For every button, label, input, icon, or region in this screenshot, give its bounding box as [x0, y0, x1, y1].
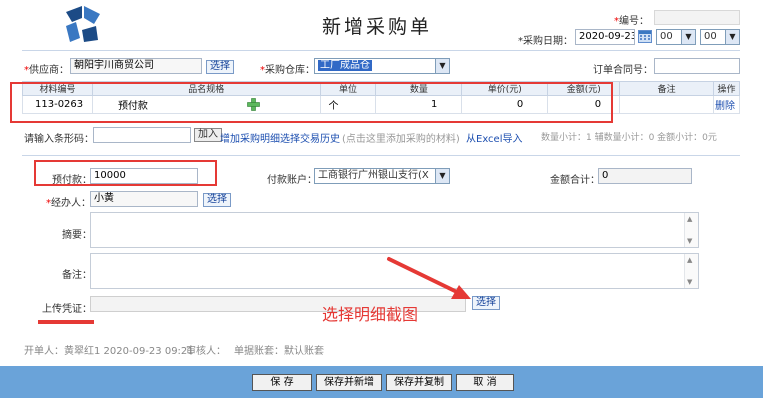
excel-import-link[interactable]: 从Excel导入 — [466, 130, 523, 145]
warehouse-label: *采购仓库： — [260, 65, 315, 76]
summary-subtotal: 数量小计：1 辅数量小计：0 金额小计：0元 — [541, 133, 717, 143]
minute-select[interactable]: 00 ▼ — [700, 29, 740, 45]
page-title: 新增采购单 — [322, 16, 433, 38]
scroll-down-icon[interactable]: ▼ — [687, 237, 692, 245]
supplier-label: *供应商： — [24, 65, 69, 76]
col-remark: 备注 — [619, 81, 714, 96]
cancel-button[interactable]: 取 消 — [456, 374, 514, 391]
supplier-select-button[interactable]: 选择 — [206, 60, 234, 74]
number-field[interactable] — [654, 10, 740, 25]
add-hint: (点击这里添加采购的材料) — [342, 134, 460, 145]
summary-label: 摘要： — [62, 230, 92, 241]
account-set-info: 单据账套：默认账套 — [234, 346, 324, 357]
contract-label: 订单合同号： — [593, 65, 653, 76]
handler-label-text: 经办人： — [51, 198, 91, 209]
chevron-down-icon: ▼ — [435, 59, 449, 73]
col-action: 操作 — [712, 81, 741, 96]
history-link[interactable]: 选择交易历史 — [280, 130, 340, 145]
prepay-highlight — [34, 160, 217, 186]
table-highlight — [10, 82, 613, 123]
total-label: 金额合计： — [550, 175, 600, 186]
save-button[interactable]: 保 存 — [252, 374, 312, 391]
save-and-new-button[interactable]: 保存并新增 — [316, 374, 382, 391]
supplier-field[interactable]: 朝阳宇川商贸公司 — [70, 58, 202, 74]
number-label: *编号： — [614, 16, 649, 27]
calendar-icon[interactable] — [638, 30, 652, 43]
reviewer-info: 审核人： — [186, 346, 226, 357]
account-value: 工商银行广州银山支行(X — [318, 170, 429, 181]
warehouse-select[interactable]: 工厂成品仓 ▼ — [314, 58, 450, 74]
cell-remark[interactable] — [619, 95, 714, 114]
warehouse-value: 工厂成品仓 — [318, 60, 372, 71]
scroll-down-icon[interactable]: ▼ — [687, 278, 692, 286]
header-divider — [22, 50, 740, 51]
handler-field[interactable]: 小黄 — [90, 191, 198, 207]
contract-field[interactable] — [654, 58, 740, 74]
add-barcode-button[interactable]: 加入 — [194, 128, 222, 142]
summary-textarea[interactable]: ▲ ▼ — [90, 212, 699, 248]
remark-label: 备注： — [62, 270, 92, 281]
date-field[interactable]: 2020-09-23 — [575, 29, 635, 45]
barcode-label: 请输入条形码： — [24, 134, 94, 145]
number-label-text: 编号： — [619, 16, 649, 27]
warehouse-label-text: 采购仓库： — [265, 65, 315, 76]
annotation-text: 选择明细截图 — [322, 305, 419, 324]
section-divider — [22, 155, 740, 156]
supplier-label-text: 供应商： — [29, 65, 69, 76]
barcode-input[interactable] — [93, 127, 191, 143]
company-logo — [60, 4, 104, 44]
total-field: 0 — [598, 168, 692, 184]
handler-select-button[interactable]: 选择 — [203, 193, 231, 207]
upload-select-button[interactable]: 选择 — [472, 296, 500, 310]
annotation-arrow — [387, 257, 471, 299]
handler-label: *经办人： — [46, 198, 91, 209]
scrollbar[interactable]: ▲ ▼ — [684, 213, 698, 247]
account-label: 付款账户： — [267, 175, 317, 186]
save-and-copy-button[interactable]: 保存并复制 — [386, 374, 452, 391]
hour-value: 00 — [660, 31, 673, 42]
chevron-down-icon: ▼ — [435, 169, 449, 183]
chevron-down-icon: ▼ — [681, 30, 695, 44]
creator-info: 开单人：黄翠红1 2020-09-23 09:21 — [24, 346, 194, 357]
scroll-up-icon[interactable]: ▲ — [687, 256, 692, 264]
account-select[interactable]: 工商银行广州银山支行(X ▼ — [314, 168, 450, 184]
upload-underline — [38, 320, 94, 324]
scroll-up-icon[interactable]: ▲ — [687, 215, 692, 223]
minute-value: 00 — [704, 31, 717, 42]
chevron-down-icon: ▼ — [725, 30, 739, 44]
delete-link[interactable]: 删除 — [712, 95, 741, 114]
add-detail-link[interactable]: 增加采购明细 — [220, 130, 280, 145]
scrollbar[interactable]: ▲ ▼ — [684, 254, 698, 288]
hour-select[interactable]: 00 ▼ — [656, 29, 696, 45]
upload-label: 上传凭证： — [42, 304, 92, 315]
date-label: *采购日期： — [518, 36, 573, 47]
